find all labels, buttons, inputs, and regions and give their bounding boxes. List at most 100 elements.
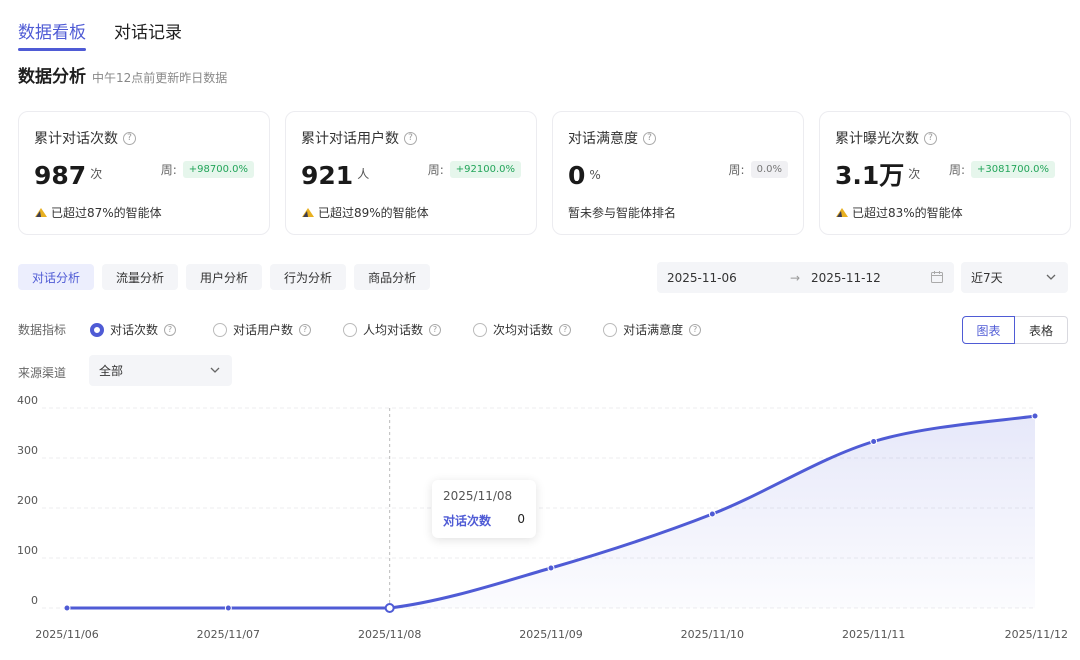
conversation-count-chart: 0 100 200 300 400 2025/11/06 2025/11/07 2025/11… bbox=[17, 395, 1068, 641]
stat-card-total-users: 累计对话用户数? 921 人 周: +92100.0% 已超过89%的智能体 bbox=[285, 111, 537, 235]
help-icon[interactable]: ? bbox=[404, 131, 417, 145]
card-footnote: 已超过83%的智能体 bbox=[852, 206, 963, 220]
card-value: 3.1万 bbox=[835, 161, 905, 190]
tooltip-series: 对话次数 bbox=[443, 514, 492, 528]
radio-dot[interactable] bbox=[603, 322, 618, 337]
x-tick-label: 2025/11/12 bbox=[1005, 628, 1068, 641]
tab-conversation-records[interactable]: 对话记录 bbox=[114, 18, 182, 51]
stat-card-exposures: 累计曝光次数? 3.1万次 周: +3081700.0% 已超过83%的智能体 bbox=[819, 111, 1071, 235]
tab-product-analysis[interactable]: 商品分析 bbox=[354, 264, 431, 290]
tab-conversation-analysis[interactable]: 对话分析 bbox=[18, 264, 95, 290]
calendar-icon bbox=[931, 271, 943, 283]
help-icon[interactable]: ? bbox=[643, 131, 656, 145]
week-change-badge: +3081700.0% bbox=[971, 161, 1055, 178]
radio-dot[interactable] bbox=[213, 322, 228, 337]
metric-label: 对话次数 bbox=[110, 323, 159, 337]
y-tick-label: 400 bbox=[17, 395, 38, 407]
trophy-icon bbox=[836, 207, 848, 217]
metric-label: 人均对话数 bbox=[363, 323, 424, 337]
period-select[interactable]: 近7天 bbox=[961, 262, 1068, 293]
metric-user-count[interactable]: 对话用户数? bbox=[213, 321, 312, 338]
help-icon[interactable]: ? bbox=[559, 323, 572, 336]
range-arrow: → bbox=[790, 270, 801, 285]
metric-conversation-count[interactable]: 对话次数? bbox=[90, 321, 177, 338]
help-icon[interactable]: ? bbox=[924, 131, 937, 145]
card-unit: % bbox=[589, 168, 601, 182]
card-value: 921 bbox=[301, 161, 354, 190]
tab-traffic-analysis[interactable]: 流量分析 bbox=[102, 264, 179, 290]
radio-dot[interactable] bbox=[90, 322, 104, 337]
y-tick-label: 300 bbox=[17, 444, 38, 457]
stat-card-total-conversations: 累计对话次数? 987 次 周: +98700.0% 已超过87%的智能体 bbox=[18, 111, 270, 235]
series-area bbox=[67, 416, 1035, 608]
page-subtitle: 中午12点前更新昨日数据 bbox=[92, 71, 228, 85]
chevron-down-icon bbox=[1046, 274, 1056, 280]
card-unit: 次 bbox=[90, 167, 103, 181]
source-selected: 全部 bbox=[99, 364, 124, 378]
card-unit: 次 bbox=[908, 167, 921, 181]
analysis-tabs: 对话分析 流量分析 用户分析 行为分析 商品分析 bbox=[18, 264, 431, 290]
card-label: 累计曝光次数 bbox=[835, 131, 919, 147]
help-icon[interactable]: ? bbox=[299, 323, 312, 336]
radio-dot[interactable] bbox=[343, 322, 358, 337]
source-select[interactable]: 全部 bbox=[89, 355, 232, 386]
help-icon[interactable]: ? bbox=[429, 323, 442, 336]
start-date[interactable]: 2025-11-06 bbox=[667, 271, 737, 285]
trophy-icon bbox=[35, 207, 47, 217]
chevron-down-icon bbox=[210, 367, 220, 373]
card-footnote: 已超过89%的智能体 bbox=[318, 206, 429, 220]
week-label: 周: bbox=[948, 163, 966, 177]
week-change-badge: +92100.0% bbox=[449, 161, 521, 178]
metric-radio-group: 对话次数? 对话用户数? 人均对话数? 次均对话数? 对话满意度? bbox=[90, 321, 733, 338]
help-icon[interactable]: ? bbox=[123, 131, 136, 145]
x-tick-label: 2025/11/11 bbox=[842, 628, 905, 641]
card-label: 累计对话用户数 bbox=[301, 131, 399, 147]
x-tick-label: 2025/11/06 bbox=[35, 628, 98, 641]
week-label: 周: bbox=[427, 163, 444, 177]
card-value: 987 bbox=[34, 161, 87, 190]
week-label: 周: bbox=[160, 163, 177, 177]
y-tick-label: 100 bbox=[17, 544, 38, 557]
data-point bbox=[224, 604, 232, 612]
end-date[interactable]: 2025-11-12 bbox=[811, 271, 881, 285]
chart-view-button[interactable]: 图表 bbox=[962, 316, 1015, 344]
radio-dot[interactable] bbox=[473, 322, 488, 337]
data-point bbox=[870, 438, 878, 445]
card-footnote: 已超过87%的智能体 bbox=[51, 206, 162, 220]
metric-label: 对话满意度 bbox=[623, 323, 684, 337]
data-point bbox=[63, 604, 71, 612]
y-tick-label: 200 bbox=[17, 494, 38, 507]
metric-satisfaction[interactable]: 对话满意度? bbox=[603, 321, 702, 338]
data-point bbox=[384, 603, 395, 613]
tab-behavior-analysis[interactable]: 行为分析 bbox=[270, 264, 347, 290]
source-label: 来源渠道 bbox=[18, 366, 67, 380]
x-tick-label: 2025/11/07 bbox=[197, 628, 260, 641]
metric-label: 对话用户数 bbox=[233, 323, 294, 337]
data-point bbox=[1031, 412, 1039, 420]
card-footnote: 暂未参与智能体排名 bbox=[568, 206, 677, 220]
stat-cards: 累计对话次数? 987 次 周: +98700.0% 已超过87%的智能体 累计对话… bbox=[18, 111, 1071, 235]
week-change-badge: +98700.0% bbox=[182, 161, 254, 178]
chart-tooltip: 2025/11/08 对话次数 0 bbox=[432, 480, 536, 538]
y-tick-label: 0 bbox=[31, 594, 38, 607]
metric-per-user[interactable]: 人均对话数? bbox=[343, 321, 442, 338]
date-range-picker[interactable]: 2025-11-06 → 2025-11-12 bbox=[657, 262, 954, 293]
card-unit: 人 bbox=[357, 167, 370, 181]
tooltip-value: 0 bbox=[517, 512, 525, 526]
tab-dashboard[interactable]: 数据看板 bbox=[18, 18, 86, 51]
x-tick-label: 2025/11/09 bbox=[519, 628, 582, 641]
period-selected: 近7天 bbox=[971, 271, 1003, 285]
card-value: 0 bbox=[568, 161, 586, 190]
help-icon[interactable]: ? bbox=[689, 323, 702, 336]
top-tabs: 数据看板 对话记录 bbox=[18, 18, 182, 51]
data-point bbox=[547, 564, 555, 572]
metrics-label: 数据指标 bbox=[18, 323, 67, 337]
metric-per-session[interactable]: 次均对话数? bbox=[473, 321, 572, 338]
tab-user-analysis[interactable]: 用户分析 bbox=[186, 264, 263, 290]
x-tick-label: 2025/11/10 bbox=[681, 628, 744, 641]
stat-card-satisfaction: 对话满意度? 0% 周: 0.0% 暂未参与智能体排名 bbox=[552, 111, 804, 235]
metric-label: 次均对话数 bbox=[493, 323, 554, 337]
table-view-button[interactable]: 表格 bbox=[1015, 316, 1068, 344]
trophy-icon bbox=[302, 207, 314, 217]
help-icon[interactable]: ? bbox=[164, 323, 177, 336]
